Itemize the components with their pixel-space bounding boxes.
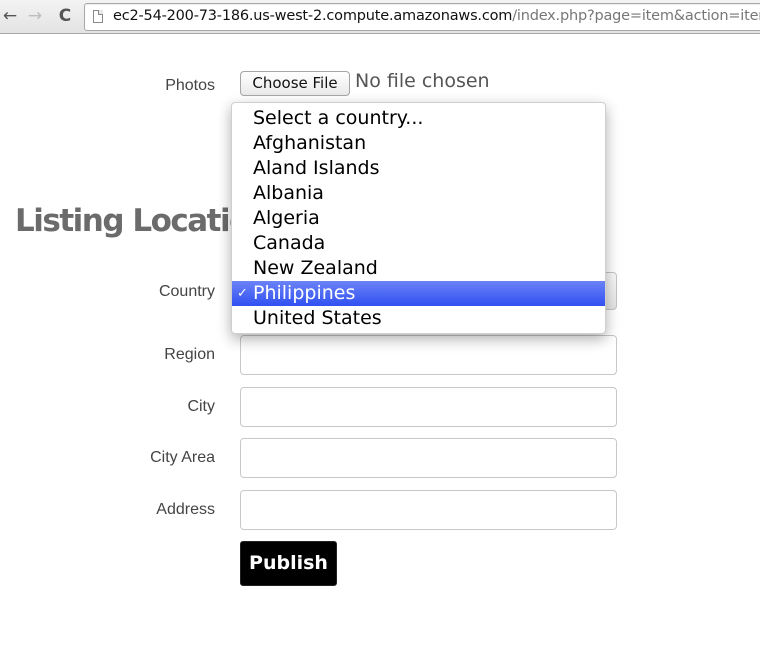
city-area-label: City Area — [150, 449, 215, 466]
checkmark-icon: ✓ — [237, 286, 248, 301]
region-input[interactable] — [240, 335, 617, 375]
country-option[interactable]: Aland Islands — [232, 156, 605, 181]
city-input[interactable] — [240, 387, 617, 427]
country-option[interactable]: United States — [232, 306, 605, 331]
choose-file-button[interactable]: Choose File — [240, 71, 350, 96]
browser-toolbar: ← → C ec2-54-200-73-186.us-west-2.comput… — [0, 0, 760, 34]
country-label: Country — [158, 283, 215, 300]
option-label: Algeria — [253, 207, 320, 229]
region-label: Region — [164, 346, 215, 363]
country-dropdown-menu: Select a country... Afghanistan Aland Is… — [231, 102, 606, 334]
option-label: Canada — [253, 232, 326, 254]
option-label: Aland Islands — [253, 157, 380, 179]
country-option[interactable]: Albania — [232, 181, 605, 206]
option-label: Select a country... — [253, 107, 424, 129]
address-input[interactable] — [240, 490, 617, 530]
url-host: ec2-54-200-73-186.us-west-2.compute.amaz… — [113, 8, 513, 24]
reload-icon[interactable]: C — [55, 6, 75, 26]
address-label: Address — [156, 501, 215, 518]
country-option[interactable]: New Zealand — [232, 256, 605, 281]
option-label: Albania — [253, 182, 324, 204]
photos-label: Photos — [165, 77, 215, 94]
page-icon — [93, 10, 103, 23]
back-arrow-icon[interactable]: ← — [0, 6, 20, 26]
city-area-input[interactable] — [240, 438, 617, 478]
country-option[interactable]: Select a country... — [232, 106, 605, 131]
country-option[interactable]: Afghanistan — [232, 131, 605, 156]
city-label: City — [187, 398, 215, 415]
forward-arrow-icon[interactable]: → — [25, 6, 45, 26]
url-path: /index.php?page=item&action=item_add — [512, 8, 760, 24]
country-option[interactable]: Algeria — [232, 206, 605, 231]
country-option-selected[interactable]: ✓ Philippines — [232, 281, 605, 306]
option-label: Afghanistan — [253, 132, 367, 154]
publish-button[interactable]: Publish — [240, 541, 337, 586]
country-option[interactable]: Canada — [232, 231, 605, 256]
option-label: New Zealand — [253, 257, 378, 279]
address-bar[interactable]: ec2-54-200-73-186.us-west-2.compute.amaz… — [84, 3, 760, 31]
option-label: Philippines — [253, 282, 356, 304]
option-label: United States — [253, 307, 382, 329]
url-text: ec2-54-200-73-186.us-west-2.compute.amaz… — [113, 8, 760, 24]
file-status-text: No file chosen — [355, 70, 490, 92]
